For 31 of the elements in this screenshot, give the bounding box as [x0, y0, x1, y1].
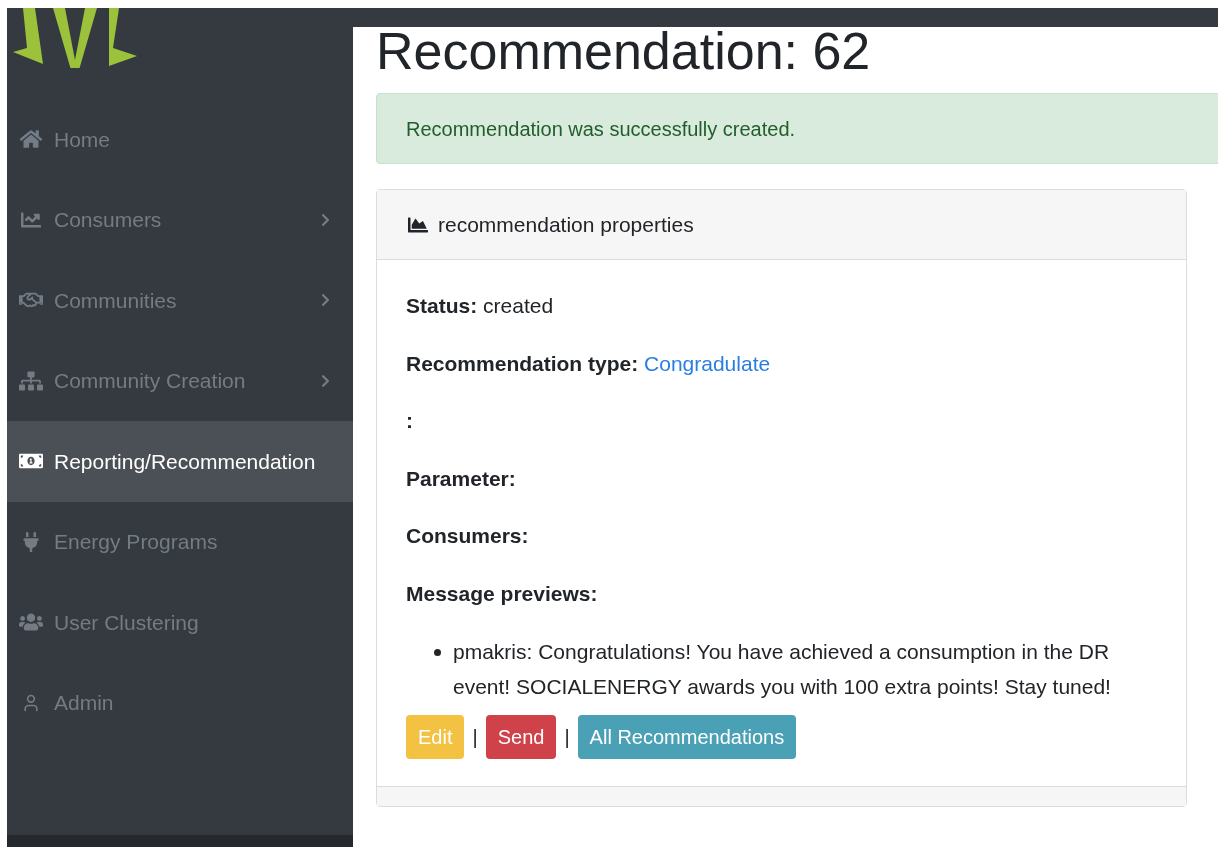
message-preview: pmakris: Congratulations! You have achieved a consumption in the DR event! SOCIALENERGY awards you with 100 extra points! Stay tuned! — [453, 639, 1112, 700]
sidebar-item[interactable]: User Clustering — [7, 582, 353, 663]
property-line: Message previews: — [406, 581, 599, 607]
sidebar-item[interactable]: Home — [7, 99, 353, 180]
sidebar-item[interactable]: Consumers — [7, 179, 353, 260]
action-button[interactable]: All Recommendations — [577, 715, 797, 759]
success-alert: Recommendation was successfully created. — [376, 93, 1218, 164]
property-line: Status: created — [406, 294, 555, 319]
separator-text: | — [564, 725, 570, 750]
action-button[interactable]: Edit — [406, 715, 465, 759]
sidebar-item[interactable]: Community Creation — [7, 340, 353, 421]
separator-text: | — [472, 725, 478, 750]
sidebar-item[interactable]: Admin — [7, 662, 353, 743]
home-icon — [19, 129, 43, 150]
bullet-icon — [434, 649, 441, 656]
property-line: Recommendation type: Congradulate — [406, 351, 772, 377]
users-icon — [19, 612, 43, 633]
type-link[interactable]: Congradulate — [644, 351, 771, 375]
property-line: : — [406, 409, 414, 434]
sidebar-item[interactable]: Communities — [7, 260, 353, 341]
sitemap-icon — [19, 370, 43, 391]
property-line: Consumers: — [406, 524, 530, 549]
property-line: Parameter: — [406, 466, 517, 492]
sidebar-item[interactable]: Energy Programs — [7, 501, 353, 582]
action-button[interactable]: Send — [485, 715, 557, 759]
page-title: Recommendation: 62 — [376, 26, 872, 76]
card-title: recommendation properties — [438, 211, 694, 238]
chevron-right-icon — [320, 293, 331, 308]
chevron-right-icon — [320, 373, 331, 388]
chevron-right-icon — [320, 212, 331, 227]
sidebar-item[interactable]: Reporting/Recommendation — [7, 421, 353, 502]
